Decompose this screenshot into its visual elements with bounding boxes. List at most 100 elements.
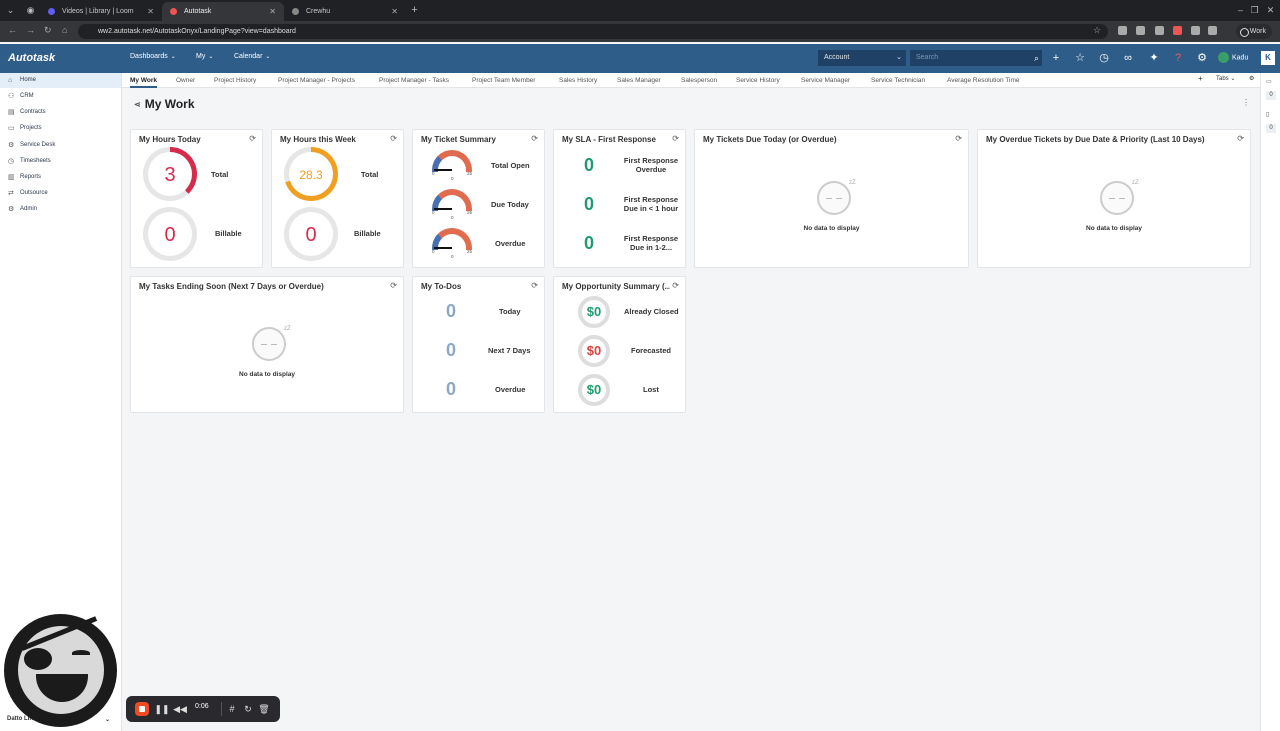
forecasted-value[interactable]: $0 bbox=[578, 335, 610, 367]
maximize-icon[interactable]: ❐ bbox=[1248, 4, 1261, 17]
address-bar[interactable]: ww2.autotask.net/AutotaskOnyx/LandingPag… bbox=[78, 24, 1108, 39]
menu-dashboards[interactable]: Dashboards ⌄ bbox=[130, 53, 176, 60]
tab-sales-history[interactable]: Sales History bbox=[559, 73, 597, 88]
sidebar-item-outsource[interactable]: ⇄ Outsource bbox=[0, 186, 121, 201]
extensions-puzzle-icon[interactable] bbox=[1191, 26, 1200, 35]
grid-icon[interactable]: # bbox=[224, 701, 240, 717]
forward-icon[interactable]: → bbox=[26, 25, 35, 35]
refresh-icon[interactable]: ⟳ bbox=[1237, 134, 1244, 143]
tab-search-icon[interactable]: ⌄ bbox=[4, 4, 17, 17]
todos-overdue-value[interactable]: 0 bbox=[446, 379, 456, 400]
rail-inbox-icon[interactable]: ▭ bbox=[1266, 78, 1272, 85]
loom-extension-icon[interactable] bbox=[1173, 26, 1182, 35]
tab-my-work[interactable]: My Work bbox=[130, 73, 157, 88]
todos-today-value[interactable]: 0 bbox=[446, 301, 456, 322]
tab-owner[interactable]: Owner bbox=[176, 73, 195, 88]
menu-calendar[interactable]: Calendar ⌄ bbox=[234, 53, 270, 60]
menu-my[interactable]: My ⌄ bbox=[196, 53, 213, 60]
sidebar-item-contracts[interactable]: ▤ Contracts bbox=[0, 105, 121, 120]
new-tab-button[interactable]: + bbox=[408, 4, 421, 17]
sidebar-item-home[interactable]: ⌂ Home bbox=[0, 73, 121, 88]
stop-recording-button[interactable] bbox=[135, 702, 149, 716]
back-icon[interactable]: ← bbox=[8, 25, 17, 35]
tab-settings-icon[interactable]: ⚙ bbox=[1249, 75, 1254, 82]
recent-clock-icon[interactable]: ◷ bbox=[1097, 51, 1111, 65]
sla-due-1h-value[interactable]: 0 bbox=[584, 194, 594, 215]
trash-icon[interactable]: 🗑 bbox=[256, 701, 272, 717]
close-tab-icon[interactable]: ✕ bbox=[147, 2, 154, 21]
restart-icon[interactable]: ↻ bbox=[240, 701, 256, 717]
todos-next7-value[interactable]: 0 bbox=[446, 340, 456, 361]
refresh-icon[interactable]: ⟳ bbox=[955, 134, 962, 143]
sla-due-1-2-value[interactable]: 0 bbox=[584, 233, 594, 254]
add-new-icon[interactable]: + bbox=[1049, 51, 1063, 65]
tab-service-history[interactable]: Service History bbox=[736, 73, 780, 88]
loom-record-icon[interactable]: ◉ bbox=[24, 4, 37, 17]
tab-project-history[interactable]: Project History bbox=[214, 73, 256, 88]
browser-tab-autotask[interactable]: Autotask ✕ bbox=[162, 2, 284, 21]
tabs-menu[interactable]: Tabs ⌄ bbox=[1216, 75, 1235, 82]
refresh-icon[interactable]: ⟳ bbox=[390, 281, 397, 290]
bookmark-star-icon[interactable]: ☆ bbox=[1093, 25, 1101, 36]
sidebar-item-admin[interactable]: ⚙ Admin bbox=[0, 202, 121, 217]
extension-icon[interactable] bbox=[1136, 26, 1145, 35]
refresh-icon[interactable]: ⟳ bbox=[390, 134, 397, 143]
search-scope-select[interactable]: Account ⌄ bbox=[818, 50, 906, 66]
refresh-icon[interactable]: ⟳ bbox=[249, 134, 256, 143]
refresh-icon[interactable]: ⟳ bbox=[531, 281, 538, 290]
tab-service-manager[interactable]: Service Manager bbox=[801, 73, 850, 88]
close-window-icon[interactable]: ✕ bbox=[1264, 4, 1277, 17]
user-badge[interactable]: K bbox=[1261, 51, 1275, 65]
refresh-icon[interactable]: ⟳ bbox=[672, 281, 679, 290]
autotask-logo[interactable]: Autotask bbox=[8, 52, 55, 64]
extension-icon[interactable] bbox=[1118, 26, 1127, 35]
tab-service-technician[interactable]: Service Technician bbox=[871, 73, 925, 88]
reload-icon[interactable]: ↻ bbox=[44, 25, 52, 36]
share-icon[interactable]: ⋖ bbox=[134, 100, 141, 109]
overdue-label[interactable]: Overdue bbox=[495, 239, 525, 248]
extension-icon[interactable] bbox=[1155, 26, 1164, 35]
lost-value[interactable]: $0 bbox=[578, 374, 610, 406]
sidebar-item-timesheets[interactable]: ◷ Timesheets bbox=[0, 154, 121, 169]
rail-badge[interactable]: 0 bbox=[1266, 124, 1276, 133]
ai-sparkle-icon[interactable]: ✦ bbox=[1147, 51, 1161, 65]
user-menu[interactable]: Kadu bbox=[1218, 52, 1248, 63]
favorites-star-icon[interactable]: ☆ bbox=[1073, 51, 1087, 65]
sla-overdue-value[interactable]: 0 bbox=[584, 155, 594, 176]
tab-pm-tasks[interactable]: Project Manager - Tasks bbox=[379, 73, 449, 88]
help-icon[interactable]: ? bbox=[1171, 51, 1185, 65]
refresh-icon[interactable]: ⟳ bbox=[531, 134, 538, 143]
link-icon[interactable]: ∞ bbox=[1121, 51, 1135, 65]
sidebar-item-reports[interactable]: ▥ Reports bbox=[0, 170, 121, 185]
side-panel-icon[interactable] bbox=[1208, 26, 1217, 35]
settings-gear-icon[interactable]: ⚙ bbox=[1195, 51, 1209, 65]
search-icon[interactable]: ⌕ bbox=[1034, 50, 1039, 66]
close-tab-icon[interactable]: ✕ bbox=[269, 2, 276, 21]
sidebar-item-projects[interactable]: ▭ Projects bbox=[0, 121, 121, 136]
minimize-icon[interactable]: – bbox=[1234, 4, 1247, 17]
rail-document-icon[interactable]: ▯ bbox=[1266, 111, 1269, 118]
sidebar-item-service-desk[interactable]: ⚙ Service Desk bbox=[0, 138, 121, 153]
profile-button[interactable]: Work bbox=[1235, 24, 1272, 39]
rail-badge[interactable]: 0 bbox=[1266, 91, 1276, 100]
browser-tab-loom[interactable]: Videos | Library | Loom ✕ bbox=[40, 2, 162, 21]
tab-salesperson[interactable]: Salesperson bbox=[681, 73, 717, 88]
due-today-label[interactable]: Due Today bbox=[491, 200, 529, 209]
refresh-icon[interactable]: ⟳ bbox=[672, 134, 679, 143]
search-input[interactable]: Search ⌕ bbox=[910, 50, 1042, 66]
tab-average-resolution-time[interactable]: Average Resolution Time bbox=[947, 73, 1020, 88]
tab-project-team-member[interactable]: Project Team Member bbox=[472, 73, 535, 88]
tab-pm-projects[interactable]: Project Manager - Projects bbox=[278, 73, 355, 88]
add-tab-icon[interactable]: + bbox=[1198, 74, 1203, 83]
tab-sales-manager[interactable]: Sales Manager bbox=[617, 73, 661, 88]
pause-icon[interactable]: ❚❚ bbox=[154, 701, 170, 717]
webcam-bubble[interactable] bbox=[4, 614, 117, 727]
browser-tab-crewhu[interactable]: Crewhu ✕ bbox=[284, 2, 406, 21]
close-tab-icon[interactable]: ✕ bbox=[391, 2, 398, 21]
more-options-icon[interactable]: ⋮ bbox=[1242, 98, 1250, 107]
home-browser-icon[interactable]: ⌂ bbox=[62, 25, 67, 35]
already-closed-value[interactable]: $0 bbox=[578, 296, 610, 328]
total-open-label[interactable]: Total Open bbox=[491, 161, 530, 170]
sidebar-item-crm[interactable]: ⚇ CRM bbox=[0, 89, 121, 104]
rewind-icon[interactable]: ◀◀ bbox=[172, 701, 188, 717]
